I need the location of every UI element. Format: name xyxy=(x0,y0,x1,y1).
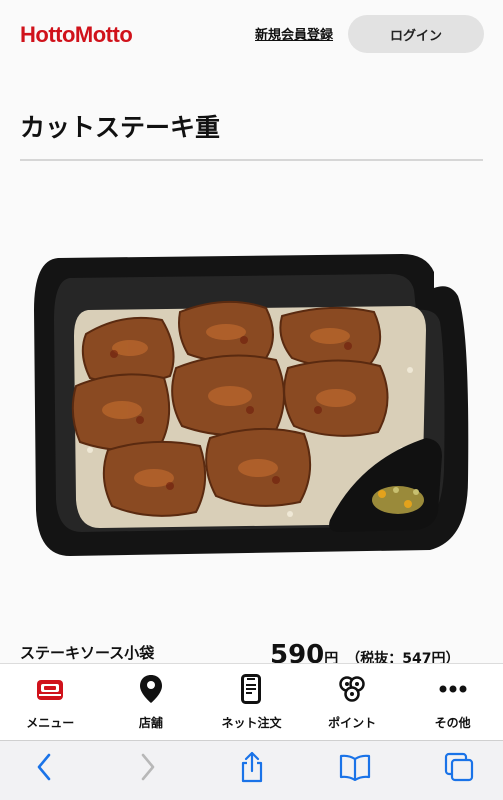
nav-item-other[interactable]: その他 xyxy=(402,664,503,740)
more-icon xyxy=(438,674,468,704)
nav-label-online-order: ネット注文 xyxy=(221,716,282,730)
bottom-nav: メニュー 店舗 ネット注文 ポイント その他 xyxy=(0,663,503,740)
nav-label-other: その他 xyxy=(434,716,471,730)
nav-label-points: ポイント xyxy=(328,716,377,730)
option-name: ステーキソース小袋 xyxy=(20,644,155,662)
location-pin-icon xyxy=(136,674,166,704)
price-value: 590 xyxy=(270,640,325,664)
back-icon[interactable] xyxy=(26,749,62,785)
bento-icon xyxy=(35,674,65,704)
nav-item-menu[interactable]: メニュー xyxy=(0,664,101,740)
site-header: HottoMotto 新規会員登録 ログイン xyxy=(0,0,503,68)
nav-label-stores: 店舗 xyxy=(138,716,163,730)
bookmarks-icon[interactable] xyxy=(337,749,373,785)
page-title: カットステーキ重 xyxy=(20,113,221,142)
login-button[interactable]: ログイン xyxy=(348,15,484,53)
title-divider xyxy=(20,159,483,161)
tabs-icon[interactable] xyxy=(441,749,477,785)
points-icon xyxy=(337,674,367,704)
smartphone-icon xyxy=(236,674,266,704)
nav-label-menu: メニュー xyxy=(26,716,75,730)
nav-item-online-order[interactable]: ネット注文 xyxy=(201,664,302,740)
forward-icon[interactable] xyxy=(130,749,166,785)
nav-item-stores[interactable]: 店舗 xyxy=(101,664,202,740)
register-link[interactable]: 新規会員登録 xyxy=(255,24,333,43)
browser-toolbar xyxy=(0,740,503,800)
product-image xyxy=(34,254,469,556)
option-price: 590円 （税抜：547円） xyxy=(270,640,460,664)
hottomotto-logo[interactable]: HottoMotto xyxy=(20,22,133,48)
share-icon[interactable] xyxy=(234,749,270,785)
option-row: ステーキソース小袋 590円 （税抜：547円） xyxy=(20,640,503,664)
nav-item-points[interactable]: ポイント xyxy=(302,664,403,740)
